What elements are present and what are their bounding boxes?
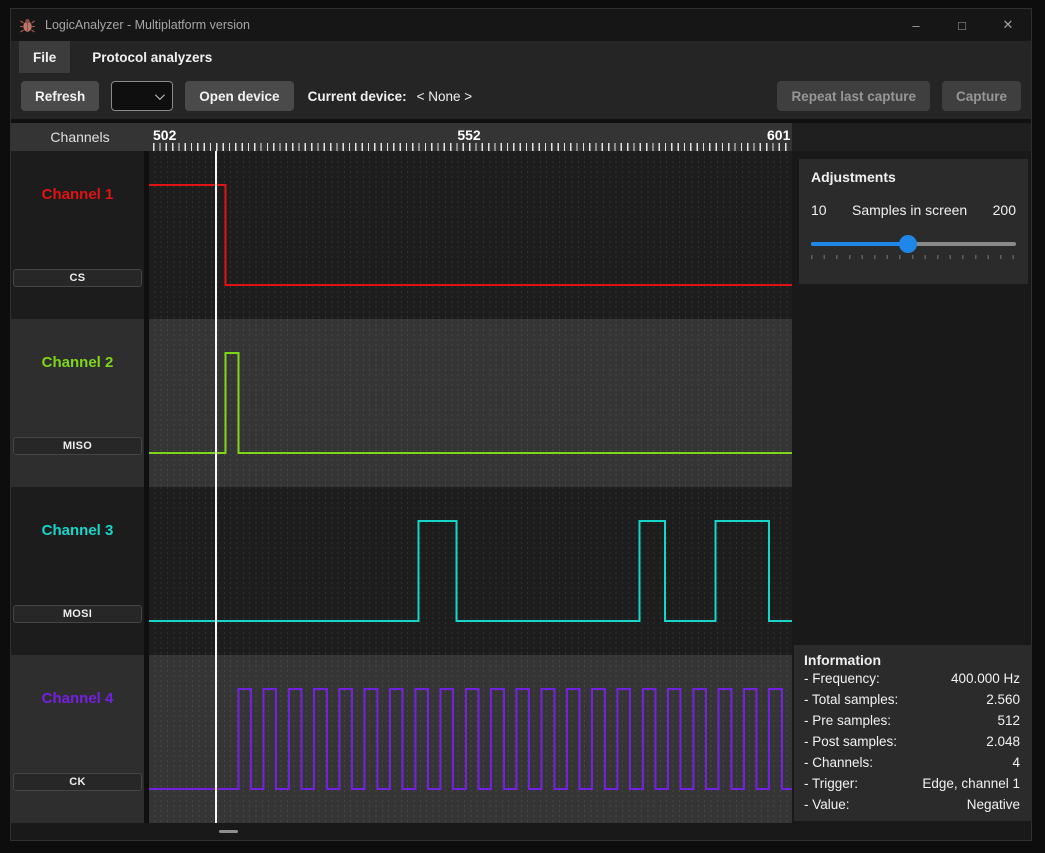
channel-cell: Channel 4 CK bbox=[11, 655, 144, 823]
app-icon bbox=[20, 18, 35, 32]
info-value: Negative bbox=[966, 797, 1020, 812]
waveform-ck bbox=[149, 688, 792, 790]
information-title: Information bbox=[804, 652, 881, 668]
info-value: 2.560 bbox=[986, 692, 1020, 707]
info-label: - Total samples: bbox=[804, 692, 899, 707]
info-label: - Post samples: bbox=[804, 734, 898, 749]
channel-name: Channel 2 bbox=[41, 354, 114, 371]
horizontal-scrollbar[interactable] bbox=[11, 823, 1031, 840]
ruler-label: 502 bbox=[153, 127, 177, 143]
info-label: - Frequency: bbox=[804, 671, 880, 686]
slider-thumb[interactable] bbox=[899, 235, 918, 253]
info-value: 4 bbox=[1012, 755, 1020, 770]
channels-label: Channels bbox=[50, 129, 110, 145]
menu-item-file[interactable]: File bbox=[19, 41, 71, 73]
current-device-value: < None > bbox=[416, 88, 473, 104]
info-row: - Value: Negative bbox=[804, 794, 1020, 815]
open-device-button[interactable]: Open device bbox=[185, 81, 294, 111]
main-area: Channel 1 CS Channel 2 MISO Channel 3 MO… bbox=[11, 151, 1032, 823]
samples-min: 10 bbox=[811, 202, 827, 218]
info-label: - Pre samples: bbox=[804, 713, 892, 728]
capture-button[interactable]: Capture bbox=[941, 81, 1021, 111]
adjustments-panel: Adjustments 10 Samples in screen 200 bbox=[799, 159, 1028, 284]
samples-slider[interactable] bbox=[811, 235, 1016, 259]
info-row: - Trigger: Edge, channel 1 bbox=[804, 773, 1020, 794]
ruler-ticks bbox=[153, 143, 790, 151]
information-panel: Information - Frequency: 400.000 Hz - Tot… bbox=[794, 645, 1032, 821]
window-title: LogicAnalyzer - Multiplatform version bbox=[45, 18, 250, 32]
signal-name: MOSI bbox=[62, 608, 93, 620]
info-row: - Post samples: 2.048 bbox=[804, 731, 1020, 752]
maximize-button[interactable]: □ bbox=[939, 9, 985, 41]
info-row: - Total samples: 2.560 bbox=[804, 689, 1020, 710]
info-row: - Pre samples: 512 bbox=[804, 710, 1020, 731]
titlebar: LogicAnalyzer - Multiplatform version – … bbox=[11, 9, 1031, 41]
window-controls: – □ ✕ bbox=[893, 9, 1031, 41]
slider-track[interactable] bbox=[811, 235, 1016, 253]
waveform-miso bbox=[149, 352, 792, 454]
samples-max: 200 bbox=[992, 202, 1016, 218]
info-label: - Value: bbox=[804, 797, 850, 812]
trigger-line bbox=[215, 151, 218, 823]
channels-header: Channels 502 552 601 bbox=[11, 123, 1031, 151]
current-device-label: Current device: bbox=[307, 88, 407, 104]
waveform-mosi bbox=[149, 520, 792, 622]
signal-name: CK bbox=[69, 776, 86, 788]
signal-name: CS bbox=[69, 272, 86, 284]
info-value: Edge, channel 1 bbox=[922, 776, 1020, 791]
signal-name-box[interactable]: CS bbox=[13, 269, 142, 287]
waveform-area[interactable] bbox=[149, 151, 792, 823]
repeat-last-capture-button[interactable]: Repeat last capture bbox=[777, 81, 930, 111]
menu-item-protocol-analyzers[interactable]: Protocol analyzers bbox=[78, 41, 226, 73]
channel-cell: Channel 1 CS bbox=[11, 151, 144, 319]
info-row: - Frequency: 400.000 Hz bbox=[804, 668, 1020, 689]
waveform-cs bbox=[149, 184, 792, 286]
info-label: - Channels: bbox=[804, 755, 874, 770]
right-panel-column: Adjustments 10 Samples in screen 200 Inf… bbox=[792, 151, 1032, 823]
channel-name: Channel 3 bbox=[41, 522, 114, 539]
info-value: 400.000 Hz bbox=[950, 671, 1020, 686]
channel-name: Channel 1 bbox=[41, 186, 114, 203]
info-row: - Channels: 4 bbox=[804, 752, 1020, 773]
channel-name: Channel 4 bbox=[41, 690, 114, 707]
channel-cell: Channel 3 MOSI bbox=[11, 487, 144, 655]
refresh-button[interactable]: Refresh bbox=[21, 81, 100, 111]
channel-cell: Channel 2 MISO bbox=[11, 319, 144, 487]
signal-name-box[interactable]: MISO bbox=[13, 437, 142, 455]
menubar: File Protocol analyzers bbox=[11, 41, 1031, 73]
close-button[interactable]: ✕ bbox=[985, 9, 1031, 41]
device-select[interactable] bbox=[111, 81, 174, 111]
chevron-down-icon bbox=[155, 89, 166, 100]
ruler-label: 601 bbox=[766, 127, 791, 143]
samples-label: Samples in screen bbox=[852, 202, 968, 218]
ruler-label: 552 bbox=[457, 127, 481, 143]
info-value: 2.048 bbox=[986, 734, 1020, 749]
minimize-button[interactable]: – bbox=[893, 9, 939, 41]
signal-name: MISO bbox=[62, 440, 93, 452]
sample-ruler[interactable]: 502 552 601 bbox=[149, 123, 792, 151]
channel-list: Channel 1 CS Channel 2 MISO Channel 3 MO… bbox=[11, 151, 144, 823]
info-label: - Trigger: bbox=[804, 776, 859, 791]
app-window: LogicAnalyzer - Multiplatform version – … bbox=[10, 8, 1032, 841]
toolbar: Refresh Open device Current device: < No… bbox=[11, 73, 1031, 119]
adjustments-title: Adjustments bbox=[811, 169, 896, 185]
info-value: 512 bbox=[997, 713, 1020, 728]
header-right-spacer bbox=[792, 123, 1031, 151]
waveform-svg bbox=[149, 184, 792, 790]
slider-fill bbox=[811, 242, 909, 246]
signal-name-box[interactable]: MOSI bbox=[13, 605, 142, 623]
signal-name-box[interactable]: CK bbox=[13, 773, 142, 791]
slider-ticks bbox=[811, 255, 1016, 259]
horizontal-scrollbar-thumb[interactable] bbox=[219, 830, 238, 833]
